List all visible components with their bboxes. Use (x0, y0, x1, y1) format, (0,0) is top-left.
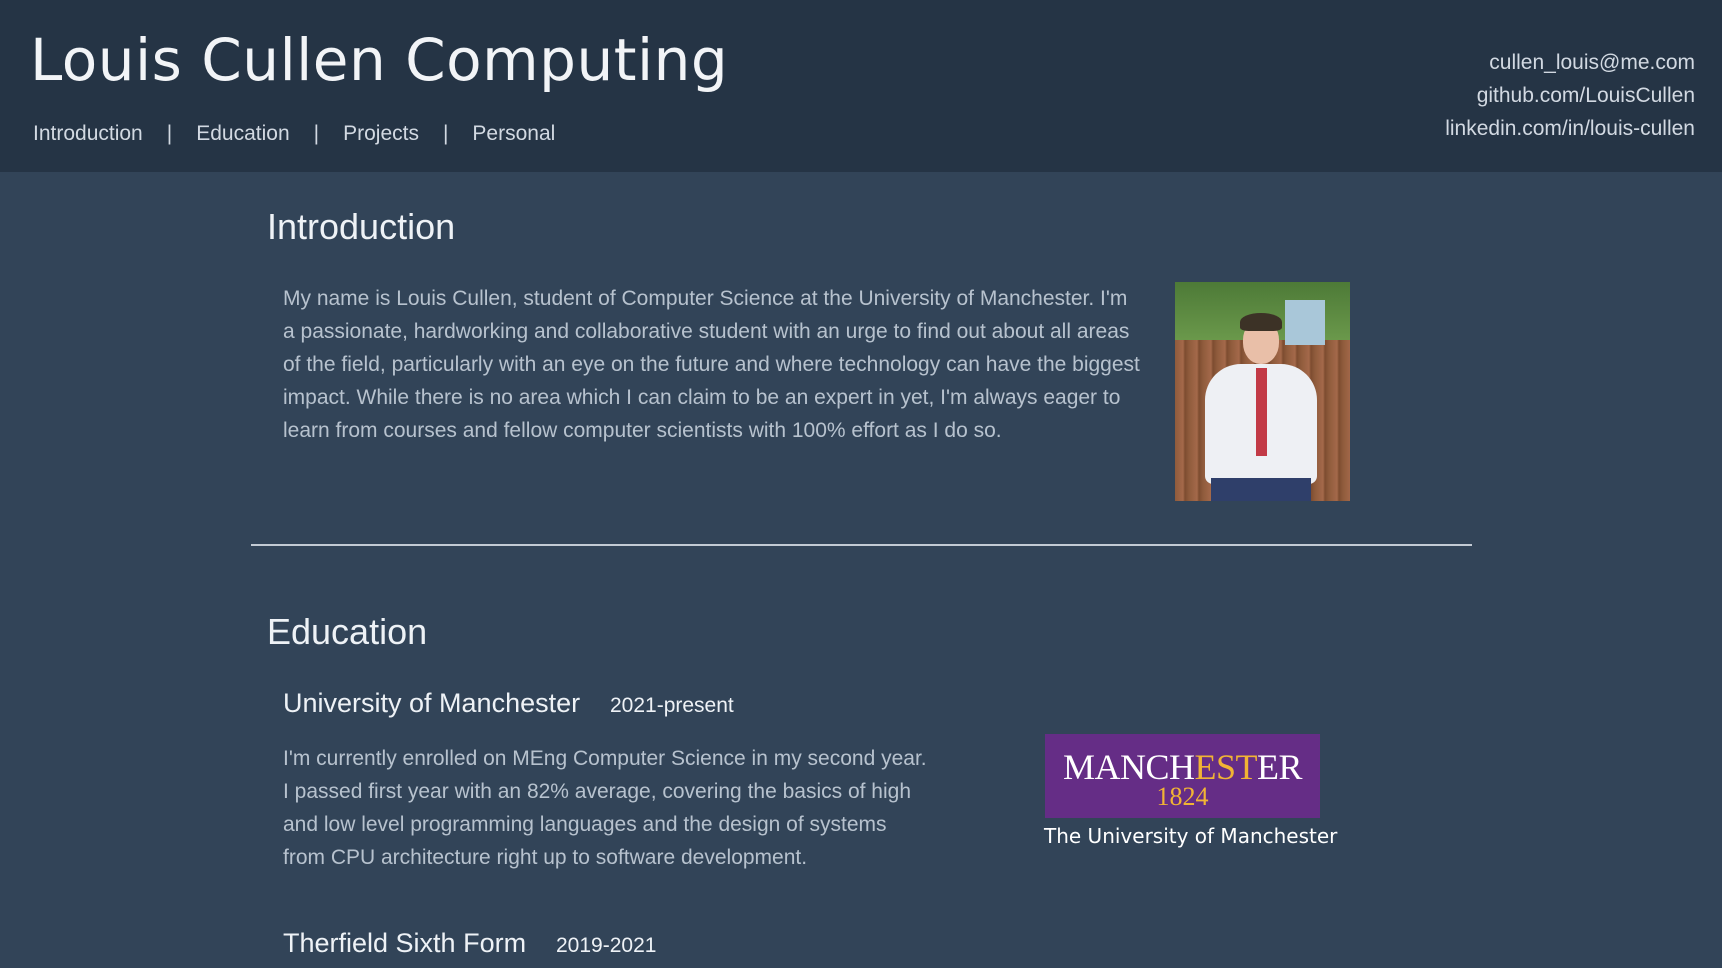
introduction-text: My name is Louis Cullen, student of Comp… (283, 287, 1140, 442)
main-nav: Introduction | Education | Projects | Pe… (33, 122, 555, 146)
nav-link-personal[interactable]: Personal (472, 122, 555, 146)
nav-link-projects[interactable]: Projects (343, 122, 419, 146)
education-heading: Education (267, 611, 428, 652)
nav-separator: | (442, 122, 449, 145)
logo-year: 1824 (1156, 782, 1209, 811)
profile-photo (1175, 282, 1350, 501)
nav-link-introduction[interactable]: Introduction (33, 122, 143, 146)
nav-link-education[interactable]: Education (196, 122, 289, 146)
education-school-title: University of Manchester (283, 688, 581, 718)
logo-caption: The University of Manchester (1044, 824, 1338, 848)
university-logo: MANCHESTER 1824 (1045, 734, 1320, 818)
github-link[interactable]: github.com/LouisCullen (1445, 79, 1695, 112)
education-years: 2021-present (610, 694, 734, 717)
photo-hair (1240, 313, 1282, 331)
photo-tie (1256, 368, 1267, 456)
introduction-heading: Introduction (267, 206, 456, 247)
photo-sky (1285, 300, 1325, 345)
email-link[interactable]: cullen_louis@me.com (1445, 46, 1695, 79)
education-description: I'm currently enrolled on MEng Computer … (283, 747, 927, 869)
section-divider (251, 544, 1472, 546)
education-school-title: Therfield Sixth Form (283, 928, 527, 958)
linkedin-link[interactable]: linkedin.com/in/louis-cullen (1445, 112, 1695, 145)
nav-separator: | (313, 122, 320, 145)
contact-links: cullen_louis@me.com github.com/LouisCull… (1445, 46, 1695, 145)
nav-separator: | (166, 122, 173, 145)
photo-trousers (1211, 478, 1311, 501)
site-header: Louis Cullen Computing Introduction | Ed… (0, 0, 1722, 172)
education-years: 2019-2021 (556, 934, 657, 957)
site-title: Louis Cullen Computing (30, 26, 729, 94)
